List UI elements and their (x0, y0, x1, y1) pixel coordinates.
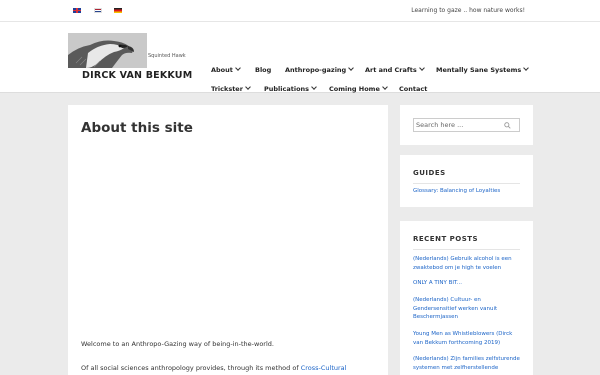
nav-item-mentally-sane-systems[interactable]: Mentally Sane Systems (436, 65, 530, 74)
recent-post-link[interactable]: (Nederlands) Cultuur- en Gendersensitief… (413, 296, 523, 322)
nav-label: Mentally Sane Systems (436, 66, 522, 74)
intro-paragraph: Welcome to an Anthropo-Gazing way of bei… (81, 340, 274, 348)
site-header: Squinted Hawk DIRCK VAN BEKKUM About Blo… (0, 22, 600, 93)
recent-post-link[interactable]: Young Men as Whistleblowers (Dirck van B… (413, 330, 523, 347)
nav-label: Art and Crafts (365, 66, 417, 74)
chevron-down-icon (418, 65, 425, 71)
recent-post-link[interactable]: (Nederlands) Zijn families zelfsturende … (413, 355, 523, 372)
nav-label: Anthropo-gazing (285, 66, 347, 74)
recent-posts-heading: RECENT POSTS (413, 235, 479, 243)
chevron-down-icon (348, 65, 355, 71)
chevron-down-icon (235, 65, 241, 71)
post-title-line: (Nederlands) Gebruik alcohol is een (413, 256, 512, 262)
body-paragraph-text: Of all social sciences anthropology prov… (81, 364, 301, 372)
de-flag-icon[interactable] (114, 8, 122, 13)
post-title-line: (Nederlands) Zijn families zelfsturende (413, 356, 520, 362)
chevron-down-icon (311, 84, 317, 90)
divider (413, 249, 520, 250)
search-widget (400, 105, 533, 145)
search-box (413, 118, 520, 132)
post-title-line: Young Men as Whistleblowers (Dirck (413, 331, 513, 337)
nav-item-art-and-crafts[interactable]: Art and Crafts (365, 65, 425, 74)
logo-caption: Squinted Hawk (148, 53, 186, 59)
nav-item-publications[interactable]: Publications (264, 84, 317, 93)
nav-label: Trickster (211, 85, 243, 93)
site-name[interactable]: DIRCK VAN BEKKUM (82, 70, 192, 81)
guides-heading: GUIDES (413, 169, 446, 177)
search-input[interactable] (415, 120, 503, 130)
nav-label: About (211, 66, 233, 74)
post-title-line: systemen met zelfherstellende (413, 364, 499, 371)
nl-flag-icon[interactable] (94, 8, 102, 13)
post-title-line: Gendersensitief werken vanuit (413, 305, 498, 312)
site-logo[interactable]: Squinted Hawk DIRCK VAN BEKKUM (68, 33, 192, 83)
nav-label: Blog (255, 66, 272, 74)
post-title-line: ONLY A TINY BIT... (413, 280, 462, 286)
site-tagline: Learning to gaze .. how nature works! (411, 7, 525, 14)
nav-label: Contact (399, 85, 428, 93)
guides-widget: GUIDES Glossary: Balancing of Loyalties (400, 155, 533, 207)
post-title-line: zwaktebod om je high te voelen (413, 264, 502, 271)
chevron-down-icon (523, 65, 530, 71)
nav-item-trickster[interactable]: Trickster (211, 84, 251, 93)
page-title: About this site (81, 120, 193, 136)
uk-flag-icon[interactable] (73, 8, 81, 13)
cross-cultural-link[interactable]: Cross-Cultural (301, 364, 347, 372)
main-content: About this site Welcome to an Anthropo-G… (68, 105, 388, 375)
nav-label: Publications (264, 85, 310, 93)
hawk-logo-image (68, 33, 147, 68)
recent-post-link[interactable]: (Nederlands) Gebruik alcohol is een zwak… (413, 255, 523, 272)
post-title-line: Beschermjassen (413, 314, 458, 320)
recent-post-link[interactable]: ONLY A TINY BIT... (413, 279, 523, 288)
nav-item-anthropo-gazing[interactable]: Anthropo-gazing (285, 65, 355, 74)
search-icon[interactable] (504, 122, 511, 129)
body-paragraph: Of all social sciences anthropology prov… (81, 364, 346, 372)
top-bar: Learning to gaze .. how nature works! (0, 0, 600, 22)
nav-item-contact[interactable]: Contact (399, 85, 427, 93)
nav-label: Coming Home (329, 85, 380, 93)
nav-item-coming-home[interactable]: Coming Home (329, 84, 388, 93)
post-title-line: (Nederlands) Cultuur- en (413, 297, 481, 303)
chevron-down-icon (245, 84, 251, 90)
divider (413, 183, 520, 184)
chevron-down-icon (382, 84, 388, 90)
nav-item-about[interactable]: About (211, 65, 241, 74)
post-title-line: van Bekkum forthcoming 2019) (413, 339, 501, 346)
recent-posts-widget: RECENT POSTS (Nederlands) Gebruik alcoho… (400, 221, 533, 375)
guide-link[interactable]: Glossary: Balancing of Loyalties (413, 187, 523, 196)
nav-item-blog[interactable]: Blog (255, 66, 271, 74)
